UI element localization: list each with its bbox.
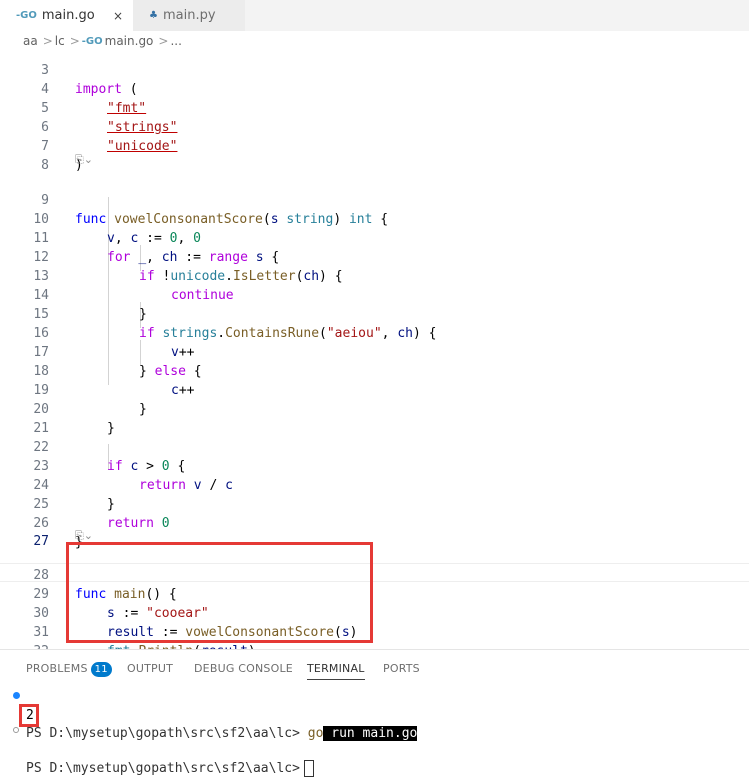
tab-terminal[interactable]: TERMINAL [307, 662, 365, 680]
code-line: 20 } [33, 402, 115, 436]
chevron-right-icon: > [69, 34, 80, 48]
editor-tab-bar: -GO main.go × ♣ main.py [0, 0, 749, 31]
code-line: 27 [33, 534, 49, 549]
highlight-box-main [66, 542, 373, 643]
code-line: 13 continue [33, 269, 234, 303]
code-line: 15 if strings.ContainsRune("aeiou", ch) … [33, 307, 437, 341]
breadcrumb-item-symbol[interactable]: ... [170, 34, 181, 48]
code-line: 18 c++ [33, 364, 195, 398]
go-file-icon: -GO [16, 10, 37, 21]
code-line: 22 if c > 0 { [33, 440, 186, 474]
breadcrumb-item-file[interactable]: main.go [105, 34, 154, 48]
codelens-references-icon[interactable]: ⎘⌄ [75, 153, 93, 169]
code-line: 7 ) [41, 139, 83, 173]
breadcrumb-item-lc[interactable]: lc [55, 34, 65, 48]
code-line: 11 for _, ch := range s { [33, 231, 280, 265]
terminal-cursor [303, 760, 314, 777]
code-line: 21 [33, 421, 49, 436]
code-line: 10 v, c := 0, 0 [33, 212, 201, 246]
code-line: 17 } else { [33, 345, 202, 379]
code-line: 14 } [33, 288, 147, 322]
tab-debug-console[interactable]: DEBUG CONSOLE [194, 662, 293, 675]
command-pending-icon [13, 727, 19, 733]
tab-label: main.go [41, 8, 95, 23]
code-line: 25 return 0 [33, 497, 170, 531]
code-line: 8 [41, 158, 49, 173]
tab-output[interactable]: OUTPUT [127, 662, 173, 675]
tab-main-go[interactable]: -GO main.go × [0, 0, 133, 31]
terminal-line[interactable]: PS D:\mysetup\gopath\src\sf2\aa\lc> go r… [0, 686, 749, 741]
code-line: 12 if !unicode.IsLetter(ch) { [33, 250, 343, 284]
python-file-icon: ♣ [149, 10, 158, 21]
breadcrumb: aa > lc > -GO main.go > ... [0, 31, 749, 51]
chevron-right-icon: > [42, 34, 53, 48]
problems-count-badge: 11 [90, 662, 112, 677]
code-line: 4 "fmt" [41, 82, 147, 116]
code-line: 6 "unicode" [41, 120, 178, 154]
code-line: 9 func vowelConsonantScore(s string) int… [41, 193, 389, 227]
close-icon[interactable]: × [113, 9, 123, 23]
command-success-icon[interactable] [13, 692, 20, 699]
terminal-prompt: PS D:\mysetup\gopath\src\sf2\aa\lc> [26, 761, 300, 776]
code-line: 5 "strings" [41, 101, 178, 135]
code-line: 23 return v / c [33, 459, 233, 493]
panel-divider [0, 649, 749, 650]
tab-main-py[interactable]: ♣ main.py [133, 0, 245, 31]
breadcrumb-item-aa[interactable]: aa [23, 34, 38, 48]
chevron-right-icon: > [158, 34, 169, 48]
code-line: 24 } [33, 478, 115, 512]
terminal-line[interactable]: PS D:\mysetup\gopath\src\sf2\aa\lc> [0, 721, 749, 777]
code-line: 16 v++ [33, 326, 195, 360]
go-file-icon: -GO [81, 35, 103, 47]
tab-label: main.py [162, 8, 216, 23]
code-line: 26 } [33, 516, 83, 550]
code-line: 3 import ( [41, 63, 138, 97]
code-line: 19 } [33, 383, 147, 417]
tab-problems[interactable]: PROBLEMS 11 [26, 662, 112, 677]
panel-tab-bar: PROBLEMS 11 OUTPUT DEBUG CONSOLE TERMINAL… [0, 657, 749, 681]
tab-ports[interactable]: PORTS [383, 662, 420, 675]
